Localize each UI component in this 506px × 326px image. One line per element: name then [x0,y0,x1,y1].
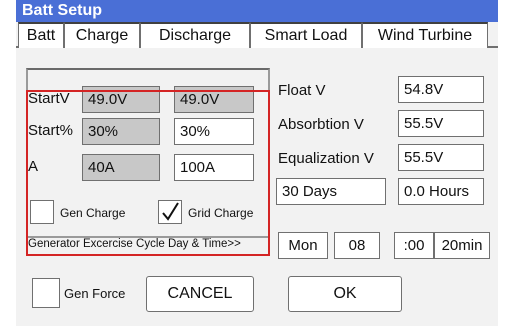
tab-discharge[interactable]: Discharge [140,22,250,48]
tab-bar: Batt Charge Discharge Smart Load Wind Tu… [16,22,498,50]
float-voltage-field[interactable]: 54.8V [398,76,484,103]
cancel-button[interactable]: CANCEL [146,276,254,312]
charge-panel: StartV 49.0V 49.0V Start% 30% 30% A 40A … [16,48,498,326]
ok-button[interactable]: OK [288,276,402,312]
exercise-day-field[interactable]: Mon [278,232,328,259]
tab-charge[interactable]: Charge [64,22,140,50]
gen-force-checkbox[interactable] [32,278,60,308]
absorption-voltage-label: Absorbtion V [278,116,364,133]
equalization-voltage-field[interactable]: 55.5V [398,144,484,171]
tab-batt[interactable]: Batt [18,22,64,48]
float-voltage-label: Float V [278,82,326,99]
highlight-box [26,90,270,256]
tab-smart-load[interactable]: Smart Load [250,22,362,48]
gen-force-label: Gen Force [64,286,126,301]
equalization-hours-field[interactable]: 0.0 Hours [398,178,484,205]
equalization-voltage-label: Equalization V [278,150,374,167]
batt-setup-window: Batt Setup Batt Charge Discharge Smart L… [16,0,498,326]
absorption-voltage-field[interactable]: 55.5V [398,110,484,137]
window-title: Batt Setup [16,0,498,22]
generator-exercise-label: Generator Excercise Cycle Day & Time>> [28,238,241,250]
equalization-days-field[interactable]: 30 Days [276,178,386,205]
exercise-duration-field[interactable]: 20min [434,232,490,259]
tab-wind-turbine[interactable]: Wind Turbine [362,22,488,48]
exercise-hour-field[interactable]: 08 [334,232,380,259]
exercise-minute-field[interactable]: :00 [394,232,434,259]
